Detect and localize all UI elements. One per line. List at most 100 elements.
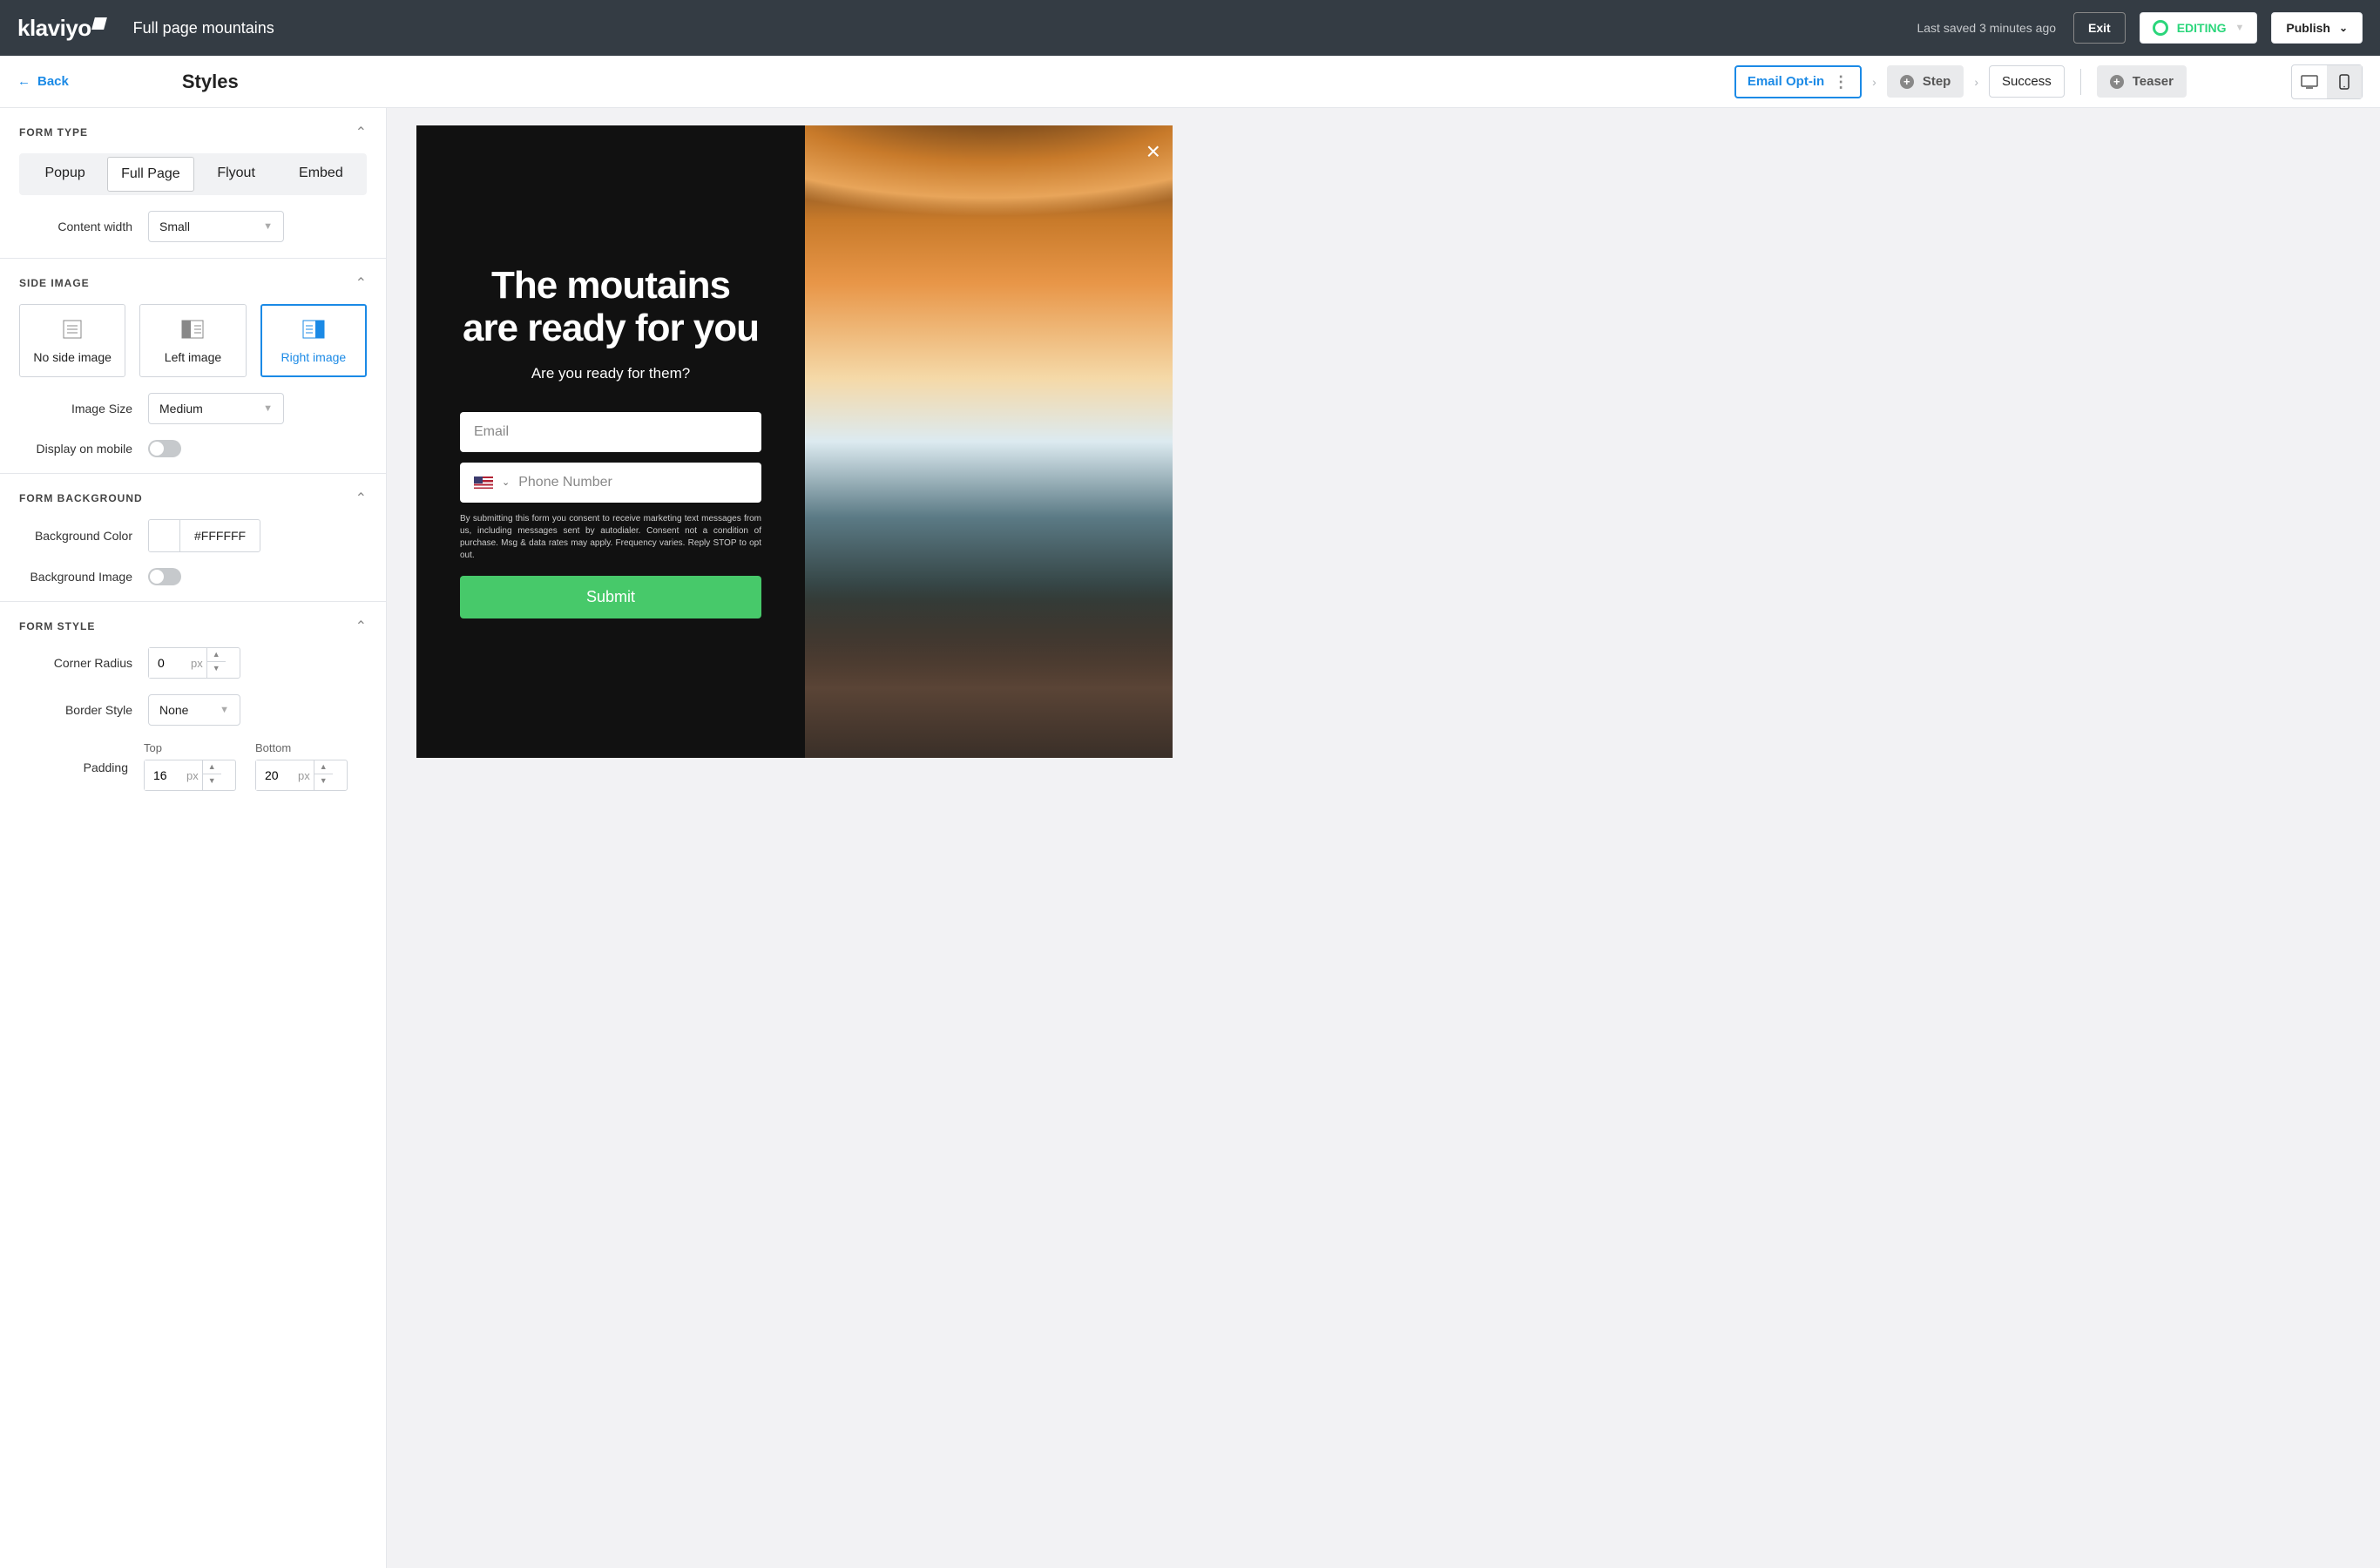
- form-type-segmented: Popup Full Page Flyout Embed: [19, 153, 367, 195]
- step-down-icon[interactable]: ▼: [314, 774, 333, 787]
- step-label: Success: [2002, 74, 2052, 89]
- bg-color-row: Background Color #FFFFFF: [19, 519, 367, 552]
- status-circle-icon: [2153, 20, 2168, 36]
- exit-button[interactable]: Exit: [2073, 12, 2126, 44]
- field-label: Corner Radius: [19, 656, 148, 670]
- form-type-popup[interactable]: Popup: [23, 157, 107, 192]
- foreground-graphic: [805, 584, 1173, 758]
- chevron-up-icon: ⌃: [355, 124, 367, 141]
- close-icon[interactable]: ×: [1146, 138, 1160, 166]
- tent-graphic: [805, 125, 1173, 352]
- field-label: Background Image: [19, 570, 148, 584]
- bg-image-row: Background Image: [19, 568, 367, 585]
- section-title: FORM STYLE: [19, 620, 95, 632]
- step-up-icon[interactable]: ▲: [203, 760, 221, 774]
- mobile-icon: [2339, 74, 2350, 90]
- padding-top-field[interactable]: [145, 760, 186, 790]
- section-header[interactable]: SIDE IMAGE ⌃: [19, 274, 367, 292]
- device-toggle: [2291, 64, 2363, 99]
- submit-button[interactable]: Submit: [460, 576, 761, 618]
- image-size-select[interactable]: Medium ▼: [148, 393, 284, 424]
- plus-circle-icon: +: [1900, 75, 1914, 89]
- corner-radius-input[interactable]: px ▲▼: [148, 647, 240, 679]
- chevron-right-icon: ›: [1872, 75, 1876, 89]
- corner-radius-field[interactable]: [149, 648, 191, 678]
- email-input[interactable]: Email: [460, 412, 761, 452]
- padding-row: Padding Top px ▲▼ Bottom: [19, 741, 367, 791]
- field-label: Content width: [19, 220, 148, 233]
- chevron-down-icon: ▼: [220, 705, 229, 715]
- email-placeholder: Email: [474, 424, 509, 440]
- step-down-icon[interactable]: ▼: [203, 774, 221, 787]
- field-label: Display on mobile: [19, 442, 148, 456]
- section-header[interactable]: FORM TYPE ⌃: [19, 124, 367, 141]
- step-down-icon[interactable]: ▼: [207, 662, 226, 675]
- content-width-select[interactable]: Small ▼: [148, 211, 284, 242]
- brand-logo-mark: [91, 17, 107, 30]
- select-value: Small: [159, 220, 190, 233]
- border-style-select[interactable]: None ▼: [148, 694, 240, 726]
- app-header: klaviyo Full page mountains Last saved 3…: [0, 0, 2380, 56]
- add-step-button[interactable]: + Step: [1887, 65, 1964, 98]
- padding-bottom-field[interactable]: [256, 760, 298, 790]
- editing-status-dropdown[interactable]: EDITING ▼: [2140, 12, 2258, 44]
- display-mobile-toggle[interactable]: [148, 440, 181, 457]
- arrow-left-icon: ←: [17, 74, 30, 89]
- chevron-down-icon: ▼: [263, 221, 273, 232]
- form-type-embed[interactable]: Embed: [279, 157, 363, 192]
- section-header[interactable]: FORM BACKGROUND ⌃: [19, 490, 367, 507]
- form-type-flyout[interactable]: Flyout: [194, 157, 279, 192]
- step-up-icon[interactable]: ▲: [207, 648, 226, 662]
- unit-label: px: [186, 760, 202, 790]
- pad-label: Top: [144, 741, 236, 754]
- choice-label: Left image: [145, 350, 240, 364]
- styles-sidebar: FORM TYPE ⌃ Popup Full Page Flyout Embed…: [0, 108, 387, 1568]
- section-title: FORM TYPE: [19, 126, 88, 139]
- padding-bottom-col: Bottom px ▲▼: [255, 741, 348, 791]
- last-saved-text: Last saved 3 minutes ago: [1917, 21, 2056, 35]
- number-stepper: ▲▼: [206, 648, 226, 678]
- brand-logo-text: klaviyo: [17, 15, 91, 42]
- choice-label: No side image: [25, 350, 119, 364]
- section-title: FORM BACKGROUND: [19, 492, 143, 504]
- side-image-right[interactable]: Right image: [260, 304, 367, 377]
- bg-image-toggle[interactable]: [148, 568, 181, 585]
- chevron-down-icon[interactable]: ⌄: [502, 476, 510, 488]
- phone-input[interactable]: ⌄ Phone Number: [460, 463, 761, 503]
- plus-circle-icon: +: [2110, 75, 2124, 89]
- chevron-right-icon: ›: [1974, 75, 1978, 89]
- main-layout: FORM TYPE ⌃ Popup Full Page Flyout Embed…: [0, 108, 2380, 1568]
- more-vertical-icon[interactable]: ⋮: [1833, 74, 1849, 90]
- side-image-none[interactable]: No side image: [19, 304, 125, 377]
- side-image-left[interactable]: Left image: [139, 304, 246, 377]
- padding-bottom-input[interactable]: px ▲▼: [255, 760, 348, 791]
- step-success[interactable]: Success: [1989, 65, 2065, 98]
- form-subheadline: Are you ready for them?: [460, 365, 761, 382]
- corner-radius-row: Corner Radius px ▲▼: [19, 647, 367, 679]
- bg-color-picker[interactable]: #FFFFFF: [148, 519, 260, 552]
- mobile-view-button[interactable]: [2327, 65, 2362, 98]
- step-up-icon[interactable]: ▲: [314, 760, 333, 774]
- field-label: Padding: [19, 741, 144, 774]
- color-swatch: [149, 520, 180, 551]
- number-stepper: ▲▼: [202, 760, 221, 790]
- field-label: Background Color: [19, 529, 148, 543]
- field-label: Border Style: [19, 703, 148, 717]
- content-width-row: Content width Small ▼: [19, 211, 367, 242]
- desktop-view-button[interactable]: [2292, 65, 2327, 98]
- section-header[interactable]: FORM STYLE ⌃: [19, 618, 367, 635]
- select-value: Medium: [159, 402, 203, 416]
- add-teaser-button[interactable]: + Teaser: [2097, 65, 2187, 98]
- chevron-down-icon: ▼: [263, 403, 273, 414]
- border-style-row: Border Style None ▼: [19, 694, 367, 726]
- step-email-optin[interactable]: Email Opt-in ⋮: [1734, 65, 1862, 98]
- form-preview: × The moutains are ready for you Are you…: [416, 125, 1173, 758]
- section-title: SIDE IMAGE: [19, 277, 90, 289]
- image-size-row: Image Size Medium ▼: [19, 393, 367, 424]
- form-type-fullpage[interactable]: Full Page: [107, 157, 193, 192]
- publish-dropdown[interactable]: Publish ⌄: [2271, 12, 2363, 44]
- padding-top-input[interactable]: px ▲▼: [144, 760, 236, 791]
- desktop-icon: [2301, 75, 2318, 89]
- back-link[interactable]: ← Back: [17, 74, 69, 89]
- chevron-up-icon: ⌃: [355, 490, 367, 507]
